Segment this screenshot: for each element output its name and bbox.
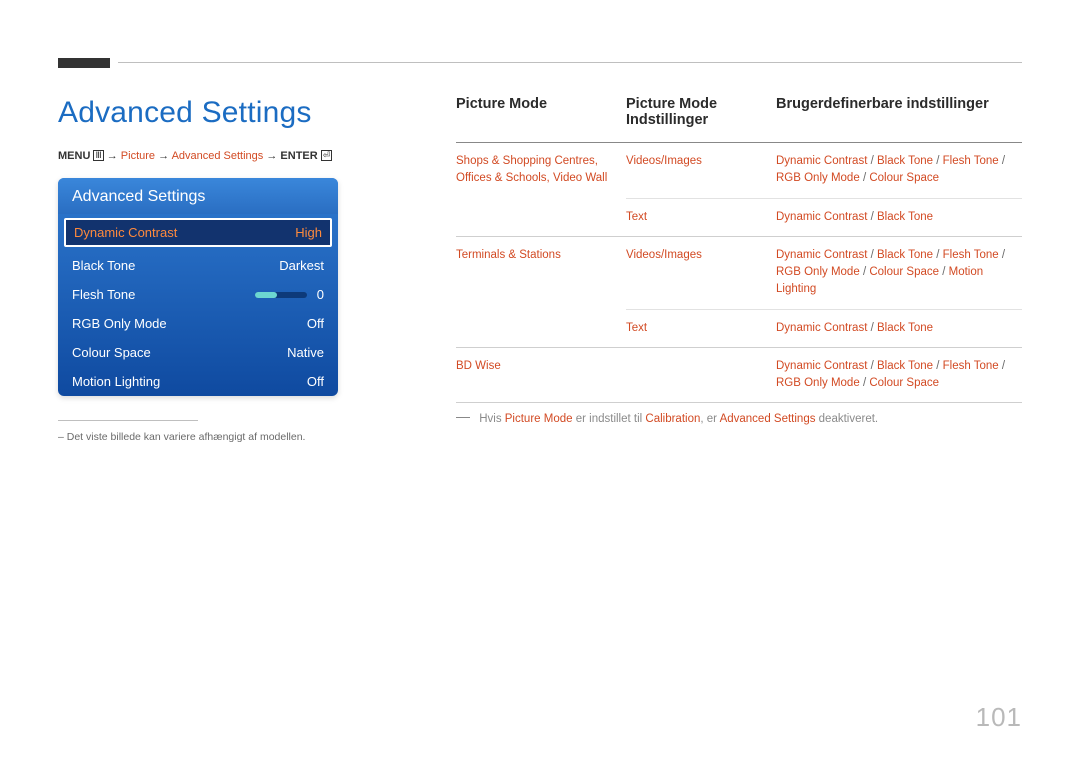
- td-sub: [626, 348, 776, 403]
- table-row: BD Wise Dynamic Contrast / Black Tone / …: [456, 348, 1022, 404]
- td-mode: Terminals & Stations: [456, 237, 626, 347]
- td-opts: Dynamic Contrast / Black Tone / Flesh To…: [776, 237, 1022, 309]
- opts-text: Dynamic Contrast / Black Tone: [776, 322, 933, 334]
- td-opts: Dynamic Contrast / Black Tone: [776, 199, 1022, 236]
- th-indstillinger: Picture Mode Indstillinger: [626, 96, 776, 142]
- table-row: Shops & Shopping Centres, Offices & Scho…: [456, 143, 1022, 237]
- note-m3: Advanced Settings: [720, 413, 816, 425]
- note-m1: Picture Mode: [505, 413, 573, 425]
- osd-panel: Advanced Settings Dynamic Contrast High …: [58, 178, 338, 396]
- note-mid: er indstillet til: [573, 413, 646, 425]
- osd-value: Off: [307, 316, 324, 331]
- footnote-rule: [58, 420, 198, 421]
- th-picture-mode: Picture Mode: [456, 96, 626, 142]
- osd-row-colour-space[interactable]: Colour Space Native: [58, 338, 338, 367]
- osd-value: High: [295, 225, 322, 240]
- osd-row-black-tone[interactable]: Black Tone Darkest: [58, 251, 338, 280]
- osd-row-flesh-tone[interactable]: Flesh Tone 0: [58, 280, 338, 309]
- td-sub: Text: [626, 199, 776, 236]
- breadcrumb-advanced: Advanced Settings: [172, 150, 264, 162]
- osd-label: Dynamic Contrast: [74, 225, 177, 240]
- osd-value: Darkest: [279, 258, 324, 273]
- osd-row-dynamic-contrast[interactable]: Dynamic Contrast High: [64, 218, 332, 247]
- td-sub: Videos/Images: [626, 237, 776, 309]
- note-suffix: deaktiveret.: [815, 413, 878, 425]
- opts-text: Dynamic Contrast / Black Tone: [776, 211, 933, 223]
- table-row: Terminals & Stations Videos/Images Dynam…: [456, 237, 1022, 348]
- dash-icon: [456, 417, 470, 418]
- menu-icon: Ⅲ: [93, 150, 103, 161]
- breadcrumb-menu: MENU: [58, 150, 90, 162]
- note-prefix: Hvis: [479, 413, 505, 425]
- opts-text: Dynamic Contrast / Black Tone / Flesh To…: [776, 360, 1005, 389]
- top-rule: [118, 62, 1022, 63]
- footnote: – Det viste billede kan variere afhængig…: [58, 431, 398, 443]
- breadcrumb-picture: Picture: [121, 150, 155, 162]
- osd-value: 0: [317, 287, 324, 302]
- osd-label: RGB Only Mode: [72, 316, 167, 331]
- calibration-note: Hvis Picture Mode er indstillet til Cali…: [456, 413, 1022, 425]
- arrow-icon: →: [107, 150, 118, 162]
- opts-text: Dynamic Contrast / Black Tone / Flesh To…: [776, 249, 1005, 296]
- osd-row-rgb-only[interactable]: RGB Only Mode Off: [58, 309, 338, 338]
- td-mode: BD Wise: [456, 348, 626, 403]
- slider-icon[interactable]: [255, 292, 307, 298]
- settings-table: Picture Mode Picture Mode Indstillinger …: [456, 96, 1022, 403]
- enter-icon: ⏎: [321, 150, 333, 161]
- osd-value: Off: [307, 374, 324, 389]
- osd-label: Colour Space: [72, 345, 151, 360]
- osd-value: Native: [287, 345, 324, 360]
- page-number: 101: [976, 702, 1022, 733]
- opts-text: Dynamic Contrast / Black Tone / Flesh To…: [776, 155, 1005, 184]
- breadcrumb-enter: ENTER: [280, 150, 317, 162]
- arrow-icon: →: [158, 150, 169, 162]
- page-title: Advanced Settings: [58, 96, 398, 130]
- breadcrumb: MENU Ⅲ → Picture → Advanced Settings → E…: [58, 150, 398, 162]
- osd-label: Motion Lighting: [72, 374, 160, 389]
- th-brugerdef: Brugerdefinerbare indstillinger: [776, 96, 1022, 142]
- osd-row-motion-lighting[interactable]: Motion Lighting Off: [58, 367, 338, 396]
- td-opts: Dynamic Contrast / Black Tone / Flesh To…: [776, 348, 1022, 403]
- td-sub: Text: [626, 310, 776, 347]
- osd-title: Advanced Settings: [58, 178, 338, 214]
- osd-label: Black Tone: [72, 258, 135, 273]
- osd-label: Flesh Tone: [72, 287, 135, 302]
- note-m2: Calibration: [645, 413, 700, 425]
- td-sub: Videos/Images: [626, 143, 776, 198]
- arrow-icon: →: [266, 150, 277, 162]
- td-mode: Shops & Shopping Centres, Offices & Scho…: [456, 143, 626, 236]
- td-opts: Dynamic Contrast / Black Tone: [776, 310, 1022, 347]
- table-head: Picture Mode Picture Mode Indstillinger …: [456, 96, 1022, 143]
- chapter-mark: [58, 58, 110, 68]
- note-mid2: , er: [700, 413, 719, 425]
- td-opts: Dynamic Contrast / Black Tone / Flesh To…: [776, 143, 1022, 198]
